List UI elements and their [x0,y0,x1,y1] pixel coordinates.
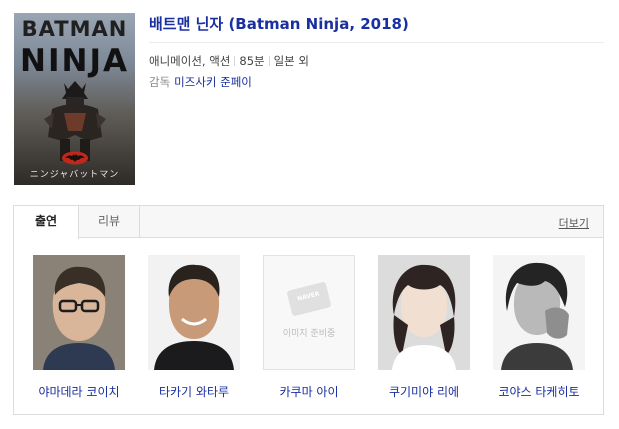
movie-title[interactable]: 배트맨 닌자 (Batman Ninja, 2018) [149,13,409,34]
cast-photo[interactable] [493,255,585,370]
director-label: 감독 [149,75,171,89]
tab-reviews[interactable]: 리뷰 [79,206,140,238]
cast-name[interactable]: 카쿠마 아이 [249,383,369,400]
movie-poster[interactable]: BATMAN NINJA ニンジャバットマン [14,13,135,185]
cast-member[interactable]: 야마데라 코이치 [33,255,125,400]
more-link[interactable]: 더보기 [559,215,589,231]
cast-member[interactable]: NAVER 이미지 준비중 카쿠마 아이 [263,255,355,400]
tab-bar: 출연 리뷰 더보기 [14,206,603,239]
cast-photo[interactable] [378,255,470,370]
bat-logo-icon [62,151,88,165]
placeholder-text: 이미지 준비중 [282,329,336,339]
cast-name[interactable]: 쿠기미야 리에 [364,383,484,400]
meta-separator [234,56,236,66]
cast-name[interactable]: 야마데라 코이치 [19,383,139,400]
cast-member[interactable]: 타카기 와타루 [148,255,240,400]
title-divider [149,42,604,43]
meta-separator [268,56,270,66]
cast-panel: 출연 리뷰 더보기 야마데라 코이치 타카기 와타루 NAVER 이미지 준비중… [13,205,604,415]
movie-country: 일본 외 [273,54,309,68]
tab-cast[interactable]: 출연 [14,206,79,239]
cast-photo[interactable] [33,255,125,370]
cast-name[interactable]: 타카기 와타루 [134,383,254,400]
poster-title-line1: BATMAN [21,17,128,41]
placeholder-badge-text: NAVER [296,290,321,303]
director-row: 감독 미즈사키 준페이 [149,74,252,90]
movie-runtime: 85분 [239,54,265,68]
cast-member[interactable]: 코야스 타케히토 [493,255,585,400]
poster-title-line2: NINJA [20,43,129,79]
director-name-link[interactable]: 미즈사키 준페이 [174,75,252,89]
poster-japanese-title: ニンジャバットマン [29,170,120,180]
movie-meta: 애니메이션, 액션 85분 일본 외 [149,53,309,69]
cast-member[interactable]: 쿠기미야 리에 [378,255,470,400]
cast-photo[interactable] [148,255,240,370]
naver-placeholder-icon: NAVER [286,281,332,317]
movie-genre: 애니메이션, 액션 [149,54,231,68]
cast-name[interactable]: 코야스 타케히토 [479,383,599,400]
image-placeholder[interactable]: NAVER 이미지 준비중 [263,255,355,370]
